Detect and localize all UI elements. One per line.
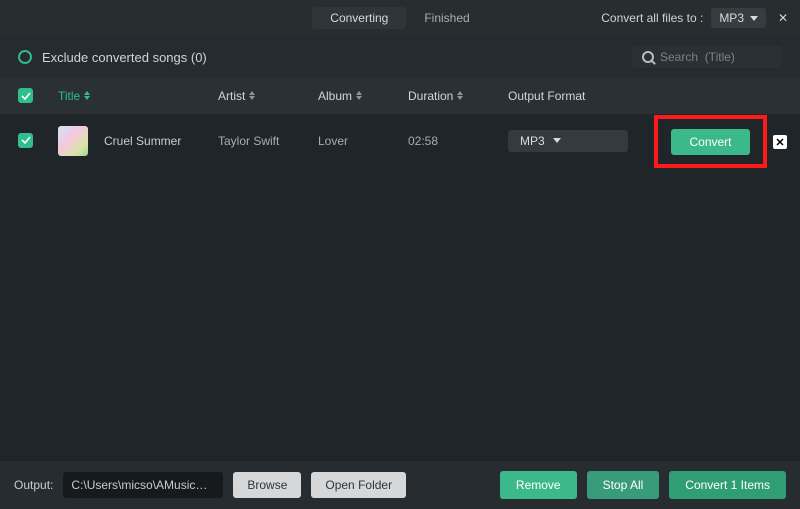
row-format-cell: MP3 (508, 130, 628, 152)
convert-all-label: Convert all files to : (601, 11, 703, 25)
global-format-select[interactable]: MP3 (711, 8, 766, 28)
convert-button[interactable]: Convert (671, 129, 749, 155)
row-checkbox-cell (18, 133, 58, 149)
close-icon[interactable]: ✕ (774, 9, 792, 27)
remove-button[interactable]: Remove (500, 471, 577, 499)
row-album: Lover (318, 134, 408, 148)
header-output-format: Output Format (508, 89, 628, 103)
tab-converting[interactable]: Converting (312, 7, 406, 29)
album-art (58, 126, 88, 156)
open-folder-button[interactable]: Open Folder (311, 472, 406, 498)
sort-icon (457, 91, 463, 100)
search-input[interactable] (660, 50, 772, 64)
sort-icon (84, 91, 90, 100)
search-icon (642, 51, 654, 63)
header-title[interactable]: Title (58, 89, 218, 103)
output-label: Output: (14, 478, 53, 492)
header-artist[interactable]: Artist (218, 89, 318, 103)
tab-finished[interactable]: Finished (406, 7, 487, 29)
header-album-label: Album (318, 89, 352, 103)
bottom-bar: Output: C:\Users\micso\AMusicSoft\... Br… (0, 461, 800, 509)
top-right-controls: Convert all files to : MP3 ✕ (601, 0, 792, 36)
chevron-down-icon (553, 138, 561, 143)
output-path[interactable]: C:\Users\micso\AMusicSoft\... (63, 472, 223, 498)
header-duration[interactable]: Duration (408, 89, 508, 103)
stop-all-button[interactable]: Stop All (587, 471, 660, 499)
convert-all-button[interactable]: Convert 1 Items (669, 471, 786, 499)
select-all-checkbox[interactable] (18, 88, 33, 103)
remove-row-icon[interactable]: ✕ (773, 135, 787, 149)
header-output-format-label: Output Format (508, 89, 585, 103)
search-box[interactable] (632, 46, 782, 68)
header-artist-label: Artist (218, 89, 245, 103)
sort-icon (249, 91, 255, 100)
row-format-select[interactable]: MP3 (508, 130, 628, 152)
exclude-label: Exclude converted songs (0) (42, 50, 207, 65)
table-header: Title Artist Album Duration Output Forma… (0, 78, 800, 114)
circle-icon (18, 50, 32, 64)
sub-bar: Exclude converted songs (0) (0, 36, 800, 78)
header-checkbox-cell (18, 88, 58, 104)
exclude-converted-toggle[interactable]: Exclude converted songs (0) (18, 50, 207, 65)
tab-switcher: Converting Finished (312, 7, 487, 29)
row-artist: Taylor Swift (218, 134, 318, 148)
browse-button[interactable]: Browse (233, 472, 301, 498)
row-duration: 02:58 (408, 134, 508, 148)
row-format-value: MP3 (520, 134, 545, 148)
highlight-box: Convert (654, 115, 767, 168)
top-bar: Converting Finished Convert all files to… (0, 0, 800, 36)
app-window: Converting Finished Convert all files to… (0, 0, 800, 509)
global-format-value: MP3 (719, 11, 744, 25)
row-checkbox[interactable] (18, 133, 33, 148)
chevron-down-icon (750, 16, 758, 21)
header-album[interactable]: Album (318, 89, 408, 103)
header-title-label: Title (58, 89, 80, 103)
header-duration-label: Duration (408, 89, 453, 103)
row-title-cell: Cruel Summer (58, 126, 218, 156)
sort-icon (356, 91, 362, 100)
row-title: Cruel Summer (104, 134, 181, 148)
